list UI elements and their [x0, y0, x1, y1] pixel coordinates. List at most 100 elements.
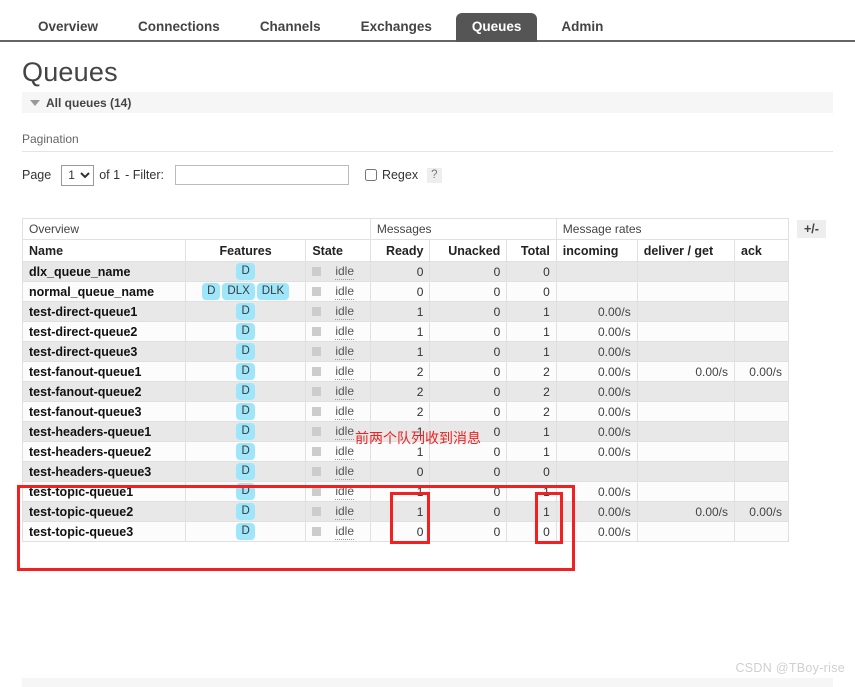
column-name[interactable]: Name: [22, 239, 186, 262]
table-row[interactable]: test-direct-queue3 Didle 1 0 1 0.00/s: [22, 341, 789, 362]
queue-state-cell: idle: [305, 481, 371, 502]
queue-name-cell[interactable]: normal_queue_name: [22, 281, 186, 302]
queues-table: Overview Messages Message rates Name Fea…: [22, 218, 790, 542]
feature-badge: D: [236, 523, 255, 540]
queue-ack-rate-cell: [734, 301, 789, 322]
queue-name-cell[interactable]: test-topic-queue3: [22, 521, 186, 542]
table-row[interactable]: dlx_queue_name Didle 0 0 0: [22, 261, 789, 282]
column-total[interactable]: Total: [506, 239, 557, 262]
queue-name-cell[interactable]: test-direct-queue2: [22, 321, 186, 342]
filter-input[interactable]: [174, 165, 349, 185]
nav-tab-list: Overview Connections Channels Exchanges …: [22, 0, 855, 42]
page-count-label: of 1: [99, 168, 121, 182]
queue-ack-rate-cell: [734, 521, 789, 542]
feature-badge: D: [236, 363, 255, 380]
bottom-panel-sliver: [22, 678, 833, 687]
tab-overview[interactable]: Overview: [22, 13, 114, 42]
feature-badge: D: [202, 283, 221, 300]
queue-incoming-rate-cell: 0.00/s: [555, 381, 638, 402]
queues-table-body: dlx_queue_name Didle 0 0 0 normal_queue_name D…: [22, 261, 789, 542]
queue-incoming-rate-cell: 0.00/s: [555, 401, 638, 422]
queue-features-cell: D: [184, 521, 307, 542]
queue-name-cell[interactable]: dlx_queue_name: [22, 261, 186, 282]
tab-connections[interactable]: Connections: [122, 13, 236, 42]
queue-ack-rate-cell: [734, 381, 789, 402]
column-ack[interactable]: ack: [734, 239, 789, 262]
queue-ack-rate-cell: [734, 321, 789, 342]
queue-ready-cell: 0: [369, 521, 431, 542]
queue-name-cell[interactable]: test-topic-queue2: [22, 501, 186, 522]
tab-channels[interactable]: Channels: [244, 13, 337, 42]
table-row[interactable]: test-fanout-queue3 Didle 2 0 2 0.00/s: [22, 401, 789, 422]
queue-incoming-rate-cell: 0.00/s: [555, 521, 638, 542]
table-row[interactable]: test-direct-queue1 Didle 1 0 1 0.00/s: [22, 301, 789, 322]
queue-name-cell[interactable]: test-topic-queue1: [22, 481, 186, 502]
queue-ack-rate-cell: [734, 481, 789, 502]
queue-unacked-cell: 0: [429, 501, 508, 522]
regex-checkbox[interactable]: [364, 169, 377, 181]
state-label: idle: [335, 303, 355, 320]
queue-name-cell[interactable]: test-direct-queue1: [22, 301, 186, 322]
queue-features-cell: D: [184, 421, 307, 442]
tab-exchanges[interactable]: Exchanges: [345, 13, 448, 42]
queue-name-cell[interactable]: test-fanout-queue2: [22, 381, 186, 402]
tab-queues[interactable]: Queues: [455, 13, 538, 42]
state-indicator-icon: [312, 507, 322, 516]
queue-state-cell: idle: [305, 301, 371, 322]
queue-deliver-rate-cell: 0.00/s: [636, 361, 736, 382]
queue-unacked-cell: 0: [429, 281, 508, 302]
queue-deliver-rate-cell: [636, 281, 736, 302]
column-unacked[interactable]: Unacked: [429, 239, 508, 262]
toggle-columns-button[interactable]: +/-: [797, 220, 826, 238]
queue-unacked-cell: 0: [429, 381, 508, 402]
group-overview: Overview: [22, 218, 371, 240]
queue-unacked-cell: 0: [429, 261, 508, 282]
queue-name-cell[interactable]: test-headers-queue1: [22, 421, 186, 442]
queue-unacked-cell: 0: [429, 401, 508, 422]
column-incoming[interactable]: incoming: [555, 239, 638, 262]
column-features[interactable]: Features: [184, 239, 307, 262]
queue-deliver-rate-cell: [636, 481, 736, 502]
all-queues-section-header[interactable]: All queues (14): [22, 92, 833, 113]
table-row[interactable]: normal_queue_name D DLX DLK idle 0 0 0: [22, 281, 789, 302]
queue-total-cell: 1: [506, 321, 557, 342]
queue-ack-rate-cell: [734, 341, 789, 362]
queue-name-cell[interactable]: test-direct-queue3: [22, 341, 186, 362]
state-label: idle: [335, 403, 355, 420]
queue-name-cell[interactable]: test-headers-queue3: [22, 461, 186, 482]
state-indicator-icon: [312, 307, 322, 316]
state-label: idle: [335, 443, 355, 460]
queue-total-cell: 0: [506, 521, 557, 542]
column-state[interactable]: State: [305, 239, 371, 262]
table-row[interactable]: test-topic-queue2 Didle 1 0 1 0.00/s 0.00/s 0.0…: [22, 501, 789, 522]
table-row[interactable]: test-fanout-queue2 Didle 2 0 2 0.00/s: [22, 381, 789, 402]
queue-incoming-rate-cell: [555, 461, 638, 482]
state-indicator-icon: [312, 387, 322, 396]
page-label: Page: [22, 168, 52, 182]
queue-name-cell[interactable]: test-fanout-queue3: [22, 401, 186, 422]
feature-badge: D: [236, 403, 255, 420]
table-row[interactable]: test-headers-queue3 Didle 0 0 0: [22, 461, 789, 482]
queue-name-cell[interactable]: test-fanout-queue1: [22, 361, 186, 382]
tab-admin[interactable]: Admin: [545, 13, 619, 42]
queue-name-cell[interactable]: test-headers-queue2: [22, 441, 186, 462]
state-indicator-icon: [312, 267, 322, 276]
page-select[interactable]: 1: [61, 164, 95, 186]
queue-unacked-cell: 0: [429, 361, 508, 382]
table-row[interactable]: test-topic-queue3 Didle 0 0 0 0.00/s: [22, 521, 789, 542]
state-label: idle: [335, 383, 355, 400]
table-row[interactable]: test-topic-queue1 Didle 1 0 1 0.00/s: [22, 481, 789, 502]
queue-state-cell: idle: [305, 501, 371, 522]
queue-state-cell: idle: [305, 521, 371, 542]
state-indicator-icon: [312, 287, 322, 296]
queue-state-cell: idle: [305, 361, 371, 382]
help-icon[interactable]: ?: [427, 167, 442, 183]
annotation-note: 前两个队列收到消息: [355, 431, 481, 447]
table-row[interactable]: test-fanout-queue1 Didle 2 0 2 0.00/s 0.00/s 0.…: [22, 361, 789, 382]
queue-ready-cell: 2: [369, 401, 431, 422]
queue-deliver-rate-cell: [636, 401, 736, 422]
column-ready[interactable]: Ready: [369, 239, 431, 262]
table-row[interactable]: test-direct-queue2 Didle 1 0 1 0.00/s: [22, 321, 789, 342]
column-deliver[interactable]: deliver / get: [636, 239, 736, 262]
queue-ready-cell: 1: [369, 481, 431, 502]
